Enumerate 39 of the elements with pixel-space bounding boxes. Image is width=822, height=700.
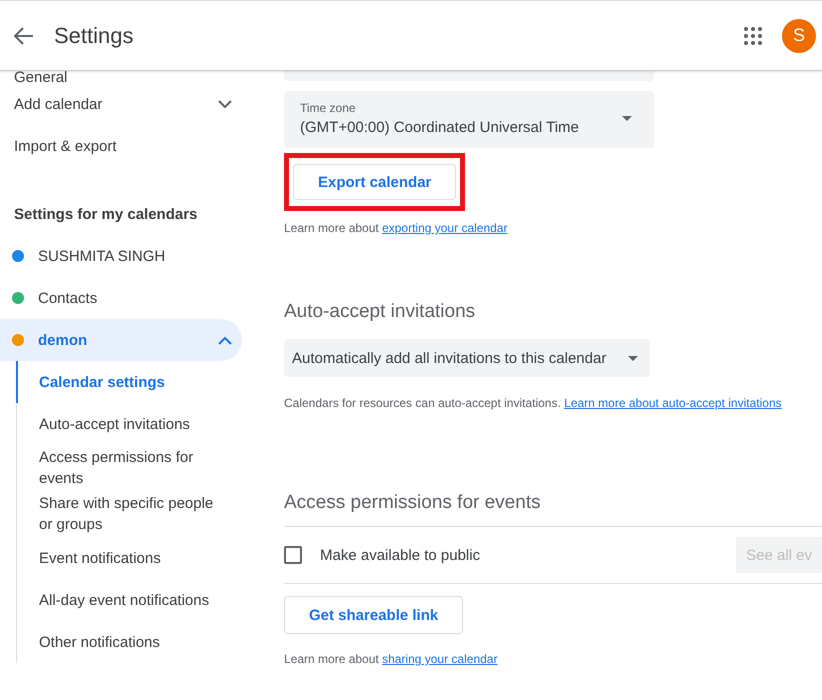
chevron-icon[interactable] [218,336,232,344]
calendar-item[interactable]: SUSHMITA SINGH [0,235,242,277]
page-title: Settings [54,22,134,48]
sidebar-item[interactable]: Add calendar [14,96,102,112]
time-zone-select[interactable]: Time zone (GMT+00:00) Coordinated Universal Time [284,91,654,148]
settings-subitem[interactable]: Share with specific people or groups [16,491,242,537]
section-heading: Auto-accept invitations [284,301,476,323]
help-text: Learn more about exporting your calendar [284,221,508,235]
get-link-button[interactable]: Get shareable link [284,596,464,634]
auto-accept-select[interactable]: Automatically add all invitations to this calendar [284,339,650,377]
section-title: Settings for my calendars [13,204,198,224]
calendar-name: SUSHMITA SINGH [38,248,166,264]
settings-subitem[interactable]: Event notifications [16,537,242,579]
settings-subitem[interactable]: Auto-accept invitations [16,403,242,445]
calendar-name: Contacts [38,290,98,306]
help-link[interactable]: sharing your calendar [382,652,498,666]
calendar-item[interactable]: demon [0,319,242,361]
settings-subitem[interactable]: Access permissions for events [16,445,242,491]
checkbox-label: Make available to public [320,546,482,564]
calendar-name: demon [38,332,88,348]
help-link[interactable]: Learn more about auto-accept invitations [564,396,782,410]
dropdown-caret-icon [628,356,638,360]
export-calendar-button[interactable]: Export calendar [293,164,456,200]
settings-subitem[interactable]: Calendar settings [16,361,242,403]
sidebar-item[interactable]: Import & export [14,138,117,154]
back-arrow-icon[interactable] [14,26,34,44]
checkbox[interactable] [284,546,302,564]
help-text: Learn more about sharing your calendar [284,652,498,666]
settings-subitem[interactable]: Other notifications [16,621,242,663]
calendar-item[interactable]: Contacts [0,277,242,319]
help-link[interactable]: exporting your calendar [382,221,508,235]
help-text: Calendars for resources can auto-accept invitations. Learn more about auto-accept invitations [284,396,783,410]
section-heading: Access permissions for events [284,492,542,514]
dropdown-caret-icon [622,116,632,121]
sidebar-item[interactable]: General [14,71,68,83]
apps-grid-icon[interactable] [744,26,762,44]
chevron-icon[interactable] [218,100,232,108]
form-field[interactable] [284,71,654,81]
settings-subitem[interactable]: All-day event notifications [16,579,242,621]
